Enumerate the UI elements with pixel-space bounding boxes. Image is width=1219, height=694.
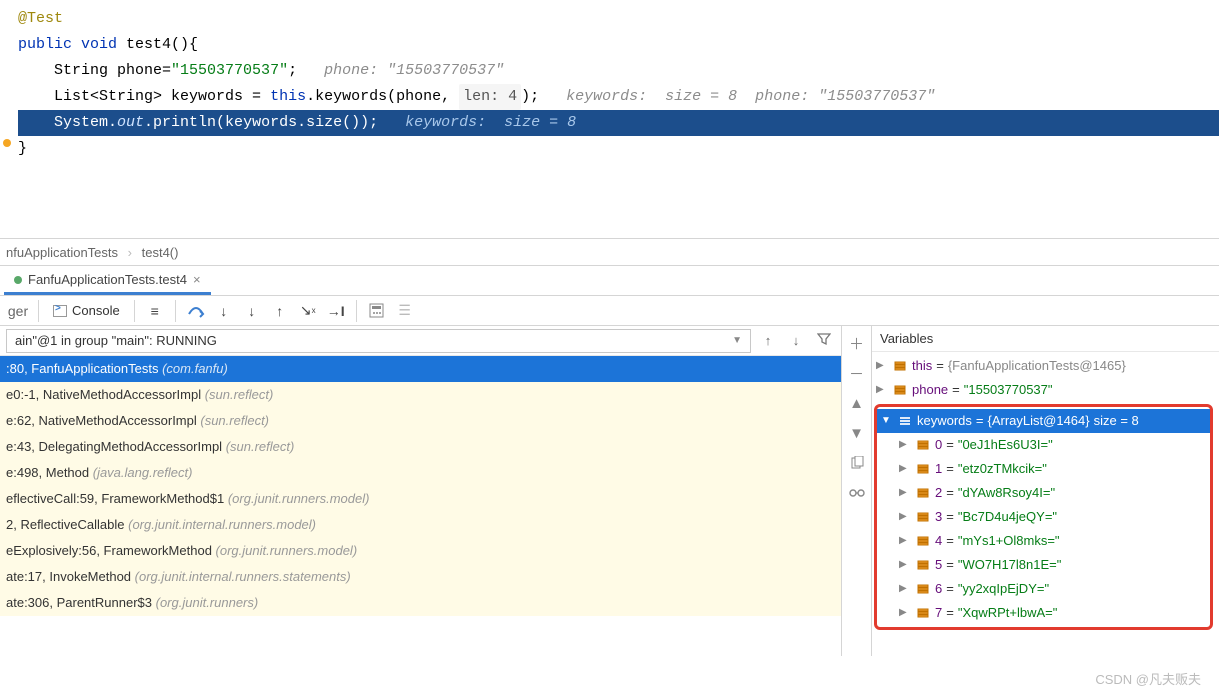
gutter-warning-icon[interactable]	[3, 139, 11, 147]
chevron-down-icon[interactable]: ▼	[732, 329, 742, 353]
evaluate-icon[interactable]	[365, 299, 389, 323]
stack-frame[interactable]: ate:17, InvokeMethod (org.junit.internal…	[0, 564, 841, 590]
stack-frame-selected[interactable]: :80, FanfuApplicationTests (com.fanfu)	[0, 356, 841, 382]
var-item[interactable]: ▶2 = "dYAw8Rsoy4I="	[877, 481, 1210, 505]
expand-icon[interactable]: ▶	[899, 553, 911, 577]
thread-selector[interactable]: ain"@1 in group "main": RUNNING ▼	[6, 329, 751, 353]
console-icon	[53, 305, 67, 317]
inline-hint: phone: "15503770537"	[324, 62, 504, 79]
annotation: @Test	[18, 10, 63, 27]
stack-frame[interactable]: 2, ReflectiveCallable (org.junit.interna…	[0, 512, 841, 538]
step-over-icon[interactable]	[184, 299, 208, 323]
object-icon	[892, 382, 908, 398]
watermark: CSDN @凡夫贩夫	[1095, 669, 1201, 688]
expand-icon[interactable]: ▶	[899, 457, 911, 481]
expand-icon[interactable]: ▶	[876, 378, 888, 402]
var-item[interactable]: ▶3 = "Bc7D4u4jeQY="	[877, 505, 1210, 529]
debug-panels: ain"@1 in group "main": RUNNING ▼ ↑ ↓ :8…	[0, 326, 1219, 656]
add-watch-icon[interactable]: ＋	[848, 334, 866, 352]
variables-toolbar: ＋ － ▲ ▼	[842, 326, 872, 656]
var-item[interactable]: ▶6 = "yy2xqIpEjDY="	[877, 577, 1210, 601]
expand-icon[interactable]: ▶	[899, 433, 911, 457]
expand-icon[interactable]: ▶	[899, 505, 911, 529]
step-lines-icon[interactable]: ≡	[143, 299, 167, 323]
object-icon	[915, 533, 931, 549]
var-item[interactable]: ▶5 = "WO7H17l8n1E="	[877, 553, 1210, 577]
var-item[interactable]: ▶7 = "XqwRPt+lbwA="	[877, 601, 1210, 625]
expand-icon[interactable]: ▶	[899, 601, 911, 625]
expand-icon[interactable]: ▶	[876, 354, 888, 378]
debugger-label[interactable]: ger	[6, 299, 30, 323]
force-step-into-icon[interactable]: ↓	[240, 299, 264, 323]
tab-test4[interactable]: FanfuApplicationTests.test4 ×	[4, 267, 211, 295]
glasses-icon[interactable]	[848, 484, 866, 502]
collapse-icon[interactable]: ▼	[881, 409, 893, 433]
stack-frame[interactable]: ate:306, ParentRunner$3 (org.junit.runne…	[0, 590, 841, 616]
tab-console[interactable]: Console	[47, 303, 126, 318]
up-icon[interactable]: ▲	[848, 394, 866, 412]
var-this[interactable]: ▶ this = {FanfuApplicationTests@1465}	[872, 354, 1219, 378]
tab-label: FanfuApplicationTests.test4	[28, 266, 187, 294]
stack-frame[interactable]: eflectiveCall:59, FrameworkMethod$1 (org…	[0, 486, 841, 512]
object-icon	[915, 581, 931, 597]
run-to-cursor-icon[interactable]: →I	[324, 299, 348, 323]
variables-tree[interactable]: ▶ this = {FanfuApplicationTests@1465} ▶ …	[872, 352, 1219, 634]
variables-panel: Variables ▶ this = {FanfuApplicationTest…	[872, 326, 1219, 656]
stack-frame[interactable]: e:43, DelegatingMethodAccessorImpl (sun.…	[0, 434, 841, 460]
variables-header: Variables	[872, 326, 1219, 352]
code-editor[interactable]: @Test public void test4(){ String phone=…	[0, 0, 1219, 168]
stack-frame[interactable]: e:498, Method (java.lang.reflect)	[0, 460, 841, 486]
step-out-icon[interactable]: ↑	[268, 299, 292, 323]
object-icon	[897, 413, 913, 429]
expand-icon[interactable]: ▶	[899, 577, 911, 601]
remove-watch-icon[interactable]: －	[848, 364, 866, 382]
close-icon[interactable]: ×	[193, 266, 201, 294]
drop-frame-icon[interactable]: ↘x	[296, 299, 320, 323]
var-keywords[interactable]: ▼ keywords = {ArrayList@1464} size = 8	[877, 409, 1210, 433]
param-hint: len: 4	[459, 84, 521, 110]
filter-icon[interactable]	[813, 332, 835, 349]
stack-frame[interactable]: eExplosively:56, FrameworkMethod (org.ju…	[0, 538, 841, 564]
inline-hint: keywords: size = 8 phone: "15503770537"	[566, 88, 935, 105]
inline-hint: keywords: size = 8	[405, 114, 576, 131]
breadcrumb-item[interactable]: nfuApplicationTests	[6, 245, 118, 260]
object-icon	[915, 605, 931, 621]
debug-tabs: FanfuApplicationTests.test4 ×	[0, 266, 1219, 296]
expand-icon[interactable]: ▶	[899, 481, 911, 505]
run-status-icon	[14, 276, 22, 284]
next-frame-icon[interactable]: ↓	[785, 333, 807, 348]
object-icon	[915, 437, 931, 453]
stack-frame[interactable]: e0:-1, NativeMethodAccessorImpl (sun.ref…	[0, 382, 841, 408]
highlighted-region: ▼ keywords = {ArrayList@1464} size = 8 ▶…	[874, 404, 1213, 630]
copy-icon[interactable]	[848, 454, 866, 472]
breadcrumb-item[interactable]: test4()	[142, 245, 179, 260]
object-icon	[892, 358, 908, 374]
object-icon	[915, 485, 931, 501]
frames-panel: ain"@1 in group "main": RUNNING ▼ ↑ ↓ :8…	[0, 326, 842, 656]
var-item[interactable]: ▶1 = "etz0zTMkcik="	[877, 457, 1210, 481]
object-icon	[915, 557, 931, 573]
down-icon[interactable]: ▼	[848, 424, 866, 442]
execution-line: System.out.println(keywords.size()); key…	[18, 110, 1219, 136]
var-item[interactable]: ▶0 = "0eJ1hEs6U3I="	[877, 433, 1210, 457]
object-icon	[915, 509, 931, 525]
var-phone[interactable]: ▶ phone = "15503770537"	[872, 378, 1219, 402]
expand-icon[interactable]: ▶	[899, 529, 911, 553]
prev-frame-icon[interactable]: ↑	[757, 333, 779, 348]
breadcrumb[interactable]: nfuApplicationTests › test4()	[0, 238, 1219, 266]
frames-list[interactable]: :80, FanfuApplicationTests (com.fanfu) e…	[0, 356, 841, 616]
var-item[interactable]: ▶4 = "mYs1+Ol8mks="	[877, 529, 1210, 553]
chevron-right-icon: ›	[128, 245, 132, 260]
stack-frame[interactable]: e:62, NativeMethodAccessorImpl (sun.refl…	[0, 408, 841, 434]
step-into-icon[interactable]: ↓	[212, 299, 236, 323]
thread-selector-bar: ain"@1 in group "main": RUNNING ▼ ↑ ↓	[0, 326, 841, 356]
object-icon	[915, 461, 931, 477]
trace-icon[interactable]: ☰	[393, 299, 417, 323]
debug-toolbar: ger Console ≡ ↓ ↓ ↑ ↘x →I ☰	[0, 296, 1219, 326]
